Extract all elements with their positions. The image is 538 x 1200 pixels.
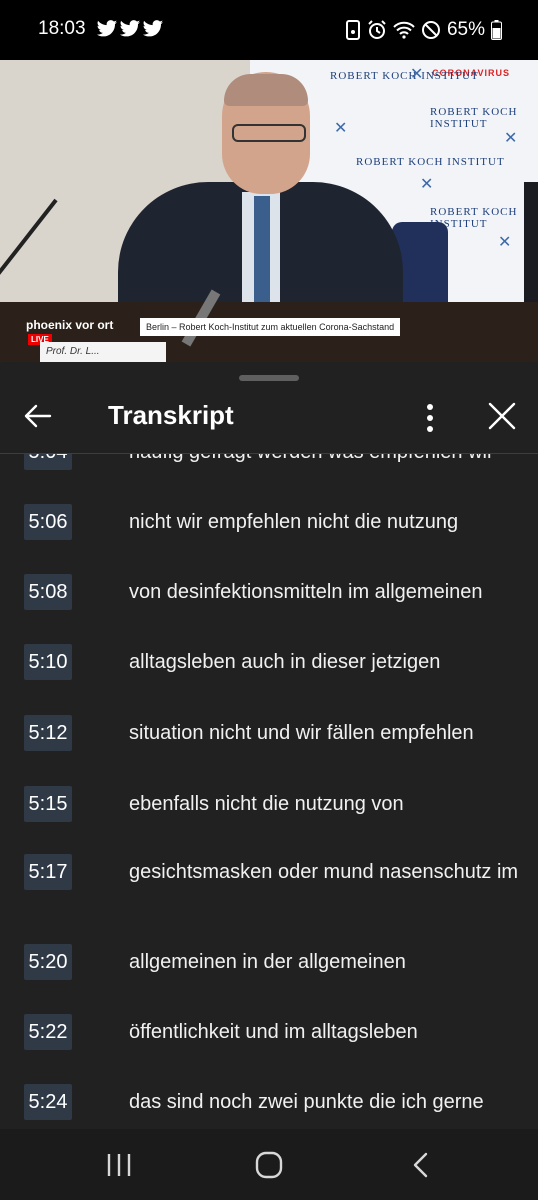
backdrop-text: ROBERT KOCH INSTITUT xyxy=(356,156,505,168)
timestamp[interactable]: 5:12 xyxy=(24,715,72,751)
phone-icon xyxy=(345,20,360,40)
transcript-rows: 5:04 häufig gefragt werden was empfehlen… xyxy=(0,454,538,1129)
transcript-text: gesichtsmasken oder mund nasenschutz im xyxy=(129,861,519,883)
transcript-text: alltagsleben auch in dieser jetzigen xyxy=(129,651,441,673)
timestamp[interactable]: 5:20 xyxy=(24,944,72,980)
timestamp[interactable]: 5:04 xyxy=(24,454,72,470)
rki-logo-icon: ✕ xyxy=(410,66,424,83)
transcript-row[interactable]: 5:12 situation nicht und wir fällen empf… xyxy=(0,713,538,784)
transcript-text: allgemeinen in der allgemeinen xyxy=(129,951,406,973)
battery-icon xyxy=(491,20,502,40)
drag-handle[interactable] xyxy=(239,375,299,381)
back-icon[interactable] xyxy=(406,1151,436,1179)
speaker-tie xyxy=(254,196,270,306)
timestamp[interactable]: 5:06 xyxy=(24,504,72,540)
video-player[interactable]: CORONAVIRUS ROBERT KOCH INSTITUT ROBERT … xyxy=(0,60,538,362)
more-options-icon[interactable] xyxy=(414,398,446,438)
transcript-row[interactable]: 5:08 von desinfektionsmitteln im allgeme… xyxy=(0,572,538,642)
transcript-panel: Transkript 5:04 häufig gefragt werden wa… xyxy=(0,362,538,1129)
transcript-row[interactable]: 5:15 ebenfalls nicht die nutzung von xyxy=(0,784,538,852)
channel-logo: phoenix vor ort xyxy=(26,318,114,332)
twitter-icon xyxy=(96,20,118,37)
twitter-icon xyxy=(142,20,164,37)
transcript-row[interactable]: 5:17 gesichtsmasken oder mund nasenschut… xyxy=(0,852,538,942)
rki-logo-icon: ✕ xyxy=(334,120,348,137)
back-arrow-icon[interactable] xyxy=(18,396,58,436)
transcript-row[interactable]: 5:20 allgemeinen in der allgemeinen xyxy=(0,942,538,1012)
rki-logo-icon: ✕ xyxy=(498,234,512,251)
timestamp[interactable]: 5:10 xyxy=(24,644,72,680)
timestamp[interactable]: 5:24 xyxy=(24,1084,72,1120)
glasses xyxy=(232,124,306,142)
status-icons: 65% xyxy=(345,18,502,42)
transcript-row[interactable]: 5:10 alltagsleben auch in dieser jetzige… xyxy=(0,642,538,713)
navigation-bar xyxy=(0,1129,538,1200)
transcript-list[interactable]: 5:04 häufig gefragt werden was empfehlen… xyxy=(0,454,538,1129)
transcript-text: das sind noch zwei punkte die ich gerne xyxy=(129,1091,484,1113)
transcript-row[interactable]: 5:06 nicht wir empfehlen nicht die nutzu… xyxy=(0,502,538,572)
do-not-disturb-icon xyxy=(421,21,440,39)
rki-logo-icon: ✕ xyxy=(504,130,518,147)
timestamp[interactable]: 5:15 xyxy=(24,786,72,822)
backdrop-text: ROBERT KOCH INSTITUT xyxy=(330,70,479,82)
transcript-row[interactable]: 5:24 das sind noch zwei punkte die ich g… xyxy=(0,1082,538,1129)
transcript-text: nicht wir empfehlen nicht die nutzung xyxy=(129,511,459,533)
speaker-hair xyxy=(224,74,308,106)
timestamp[interactable]: 5:08 xyxy=(24,574,72,610)
status-time: 18:03 xyxy=(38,18,86,39)
transcript-text: öffentlichkeit und im alltagsleben xyxy=(129,1021,418,1043)
timestamp[interactable]: 5:22 xyxy=(24,1014,72,1050)
rki-logo-icon: ✕ xyxy=(420,176,434,193)
transcript-text: von desinfektionsmitteln im allgemeinen xyxy=(129,581,483,603)
close-icon[interactable] xyxy=(484,398,520,434)
lower-third-caption: Berlin – Robert Koch-Institut zum aktuel… xyxy=(140,318,400,336)
battery-percent: 65% xyxy=(446,19,485,40)
transcript-row[interactable]: 5:22 öffentlichkeit und im alltagsleben xyxy=(0,1012,538,1082)
recent-apps-icon[interactable] xyxy=(104,1151,134,1179)
twitter-icon xyxy=(119,20,141,37)
alarm-icon xyxy=(368,20,386,39)
name-plate: Prof. Dr. L... xyxy=(40,342,166,362)
timestamp[interactable]: 5:17 xyxy=(24,854,72,890)
panel-header: Transkript xyxy=(0,384,538,454)
panel-title: Transkript xyxy=(108,400,234,430)
transcript-text: häufig gefragt werden was empfehlen wir xyxy=(129,454,519,465)
backdrop-text: ROBERT KOCH INSTITUT xyxy=(430,106,518,130)
wifi-icon xyxy=(393,21,415,39)
status-bar: 18:03 65% xyxy=(0,0,538,60)
transcript-row[interactable]: 5:04 häufig gefragt werden was empfehlen… xyxy=(0,454,538,502)
transcript-text: ebenfalls nicht die nutzung von xyxy=(129,793,404,815)
transcript-text: situation nicht und wir fällen empfehlen xyxy=(129,722,474,744)
home-icon[interactable] xyxy=(254,1151,284,1179)
